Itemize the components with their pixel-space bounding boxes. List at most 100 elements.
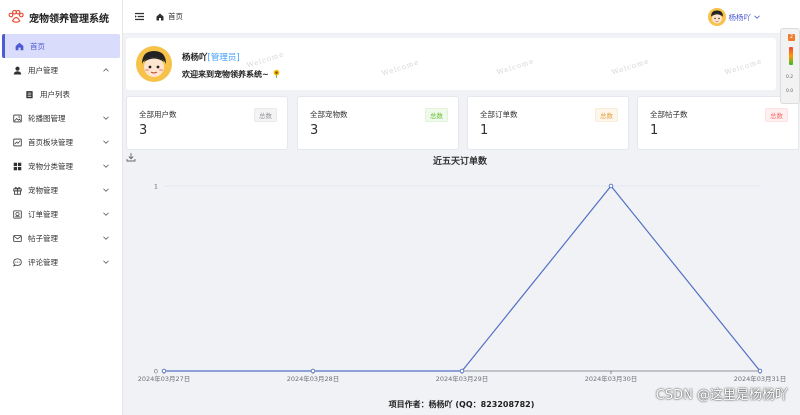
list-icon [24, 89, 34, 99]
stat-label: 全部帖子数 [650, 110, 688, 119]
sidebar-item[interactable]: 用户管理 [0, 58, 122, 82]
sidebar-item-label: 宠物管理 [28, 185, 58, 195]
x-tick-label: 2024年03月28日 [287, 374, 340, 383]
breadcrumb: 首页 [156, 11, 183, 22]
app-logo[interactable]: 宠物领养管理系统 [0, 0, 122, 34]
sidebar-item-label: 用户管理 [28, 65, 58, 75]
widget-value-1: 0.2 [786, 75, 794, 80]
stat-label: 全部订单数 [480, 110, 518, 119]
sidebar-item-label: 帖子管理 [28, 233, 58, 243]
chevron-down-icon [103, 260, 109, 264]
sidebar-item-label: 首页 [30, 41, 45, 51]
widget-value-2: 0.0 [786, 89, 794, 94]
header-username: 杨杨吖 [728, 12, 752, 22]
line-chart: 012024年03月27日 2024年03月28日 2024年03月29日 2024年… [138, 183, 787, 384]
data-point [608, 183, 614, 189]
chevron-down-icon [103, 140, 109, 144]
sidebar-item[interactable]: 订单管理 [0, 202, 122, 226]
stat-card: 全部用户数 3 总数 [126, 96, 288, 150]
watermark-text: Welcome [495, 57, 536, 77]
sidebar-item-label: 订单管理 [28, 209, 58, 219]
csdn-watermark: CSDN @这里是杨杨吖 [655, 388, 788, 403]
sidebar-item[interactable]: 首页板块管理 [0, 130, 122, 154]
breadcrumb-home[interactable]: 首页 [168, 11, 183, 22]
x-tick-label: 2024年03月27日 [138, 374, 191, 383]
welcome-text: 欢迎来到宠物领养系统~ [182, 70, 269, 79]
sidebar-item[interactable]: 宠物分类管理 [0, 154, 122, 178]
user-dropdown[interactable]: 杨杨吖 [707, 8, 761, 26]
floating-widget[interactable]: 2 0.2 0.0 [780, 28, 800, 104]
chevron-down-icon [103, 212, 109, 216]
watermark-text: Welcome [723, 57, 764, 77]
watermark-text: Welcome [610, 57, 651, 77]
paw-icon [8, 10, 24, 23]
stat-card: 全部宠物数 3 总数 [297, 96, 459, 150]
chevron-down-icon [103, 188, 109, 192]
data-point [459, 368, 465, 374]
sidebar-item-label: 首页板块管理 [28, 137, 73, 147]
widget-meter [789, 47, 793, 65]
order-icon [12, 209, 22, 219]
chevron-down-icon [103, 116, 109, 120]
sidebar-item[interactable]: 帖子管理 [0, 226, 122, 250]
sidebar: 宠物领养管理系统 首页用户管理用户列表轮播图管理首页板块管理 宠物分类管理 宠物管理… [0, 0, 123, 415]
x-tick-label: 2024年03月30日 [585, 374, 638, 383]
x-tick-label: 2024年03月29日 [436, 374, 489, 383]
sidebar-item[interactable]: 宠物管理 [0, 178, 122, 202]
sidebar-item-label: 轮播图管理 [28, 113, 66, 123]
stat-tag: 总数 [254, 108, 277, 122]
stat-card: 全部帖子数 1 总数 [637, 96, 799, 150]
y-tick-label: 1 [154, 183, 158, 191]
stat-card: 全部订单数 1 总数 [467, 96, 629, 150]
home-icon [156, 13, 164, 20]
watermark-text: Welcome [245, 50, 286, 70]
role-badge: [管理员] [207, 53, 240, 63]
grid-icon [12, 161, 22, 171]
stat-tag: 总数 [425, 108, 448, 122]
series-line [164, 185, 761, 372]
avatar [707, 8, 726, 26]
stat-value: 1 [650, 123, 659, 138]
stat-label: 全部用户数 [139, 110, 177, 119]
sidebar-item[interactable]: 轮播图管理 [0, 106, 122, 130]
top-header: 首页 杨杨吖 [123, 0, 800, 34]
sidebar-item-label: 用户列表 [40, 89, 70, 99]
chevron-down-icon [103, 164, 109, 168]
comment-icon [12, 257, 22, 267]
sidebar-item[interactable]: 用户列表 [0, 82, 122, 106]
welcome-message: 欢迎来到宠物领养系统~ [182, 69, 281, 80]
watermark-text: Welcome [380, 58, 421, 78]
sidebar-menu: 首页用户管理用户列表轮播图管理首页板块管理 宠物分类管理 宠物管理订单管理帖子管理评… [0, 34, 122, 274]
stat-value: 1 [480, 123, 489, 138]
sidebar-item-label: 宠物分类管理 [28, 161, 73, 171]
sunflower-icon [273, 69, 279, 78]
order-chart: 近五天订单数 0 1 2024年03月27日 2024年03月28日 2024年03月2… [126, 152, 790, 390]
user-avatar [136, 46, 172, 82]
chevron-down-icon [103, 236, 109, 240]
welcome-name: 杨杨吖[管理员] [182, 51, 240, 63]
stat-tag: 总数 [595, 108, 618, 122]
welcome-username: 杨杨吖 [182, 53, 208, 63]
x-tick-label: 2024年03月31日 [734, 374, 787, 383]
stat-value: 3 [310, 123, 319, 138]
app-title: 宠物领养管理系统 [29, 13, 109, 25]
board-icon [12, 137, 22, 147]
sidebar-item[interactable]: 评论管理 [0, 250, 122, 274]
stat-tag: 总数 [765, 108, 788, 122]
chevron-up-icon [103, 68, 109, 72]
welcome-card: Welcome Welcome Welcome Welcome Welcome … [126, 38, 776, 90]
data-point [310, 368, 316, 374]
menu-toggle-icon[interactable] [135, 12, 144, 21]
stat-label: 全部宠物数 [310, 110, 348, 119]
sidebar-item[interactable]: 首页 [2, 34, 120, 58]
data-point [757, 368, 763, 374]
stat-value: 3 [139, 123, 148, 138]
sidebar-item-label: 评论管理 [28, 257, 58, 267]
image-icon [12, 113, 22, 123]
chevron-down-icon [754, 15, 760, 19]
gift-icon [12, 185, 22, 195]
mail-icon [12, 233, 22, 243]
user-icon [12, 65, 22, 75]
data-point [161, 368, 167, 374]
home-icon [14, 41, 24, 51]
